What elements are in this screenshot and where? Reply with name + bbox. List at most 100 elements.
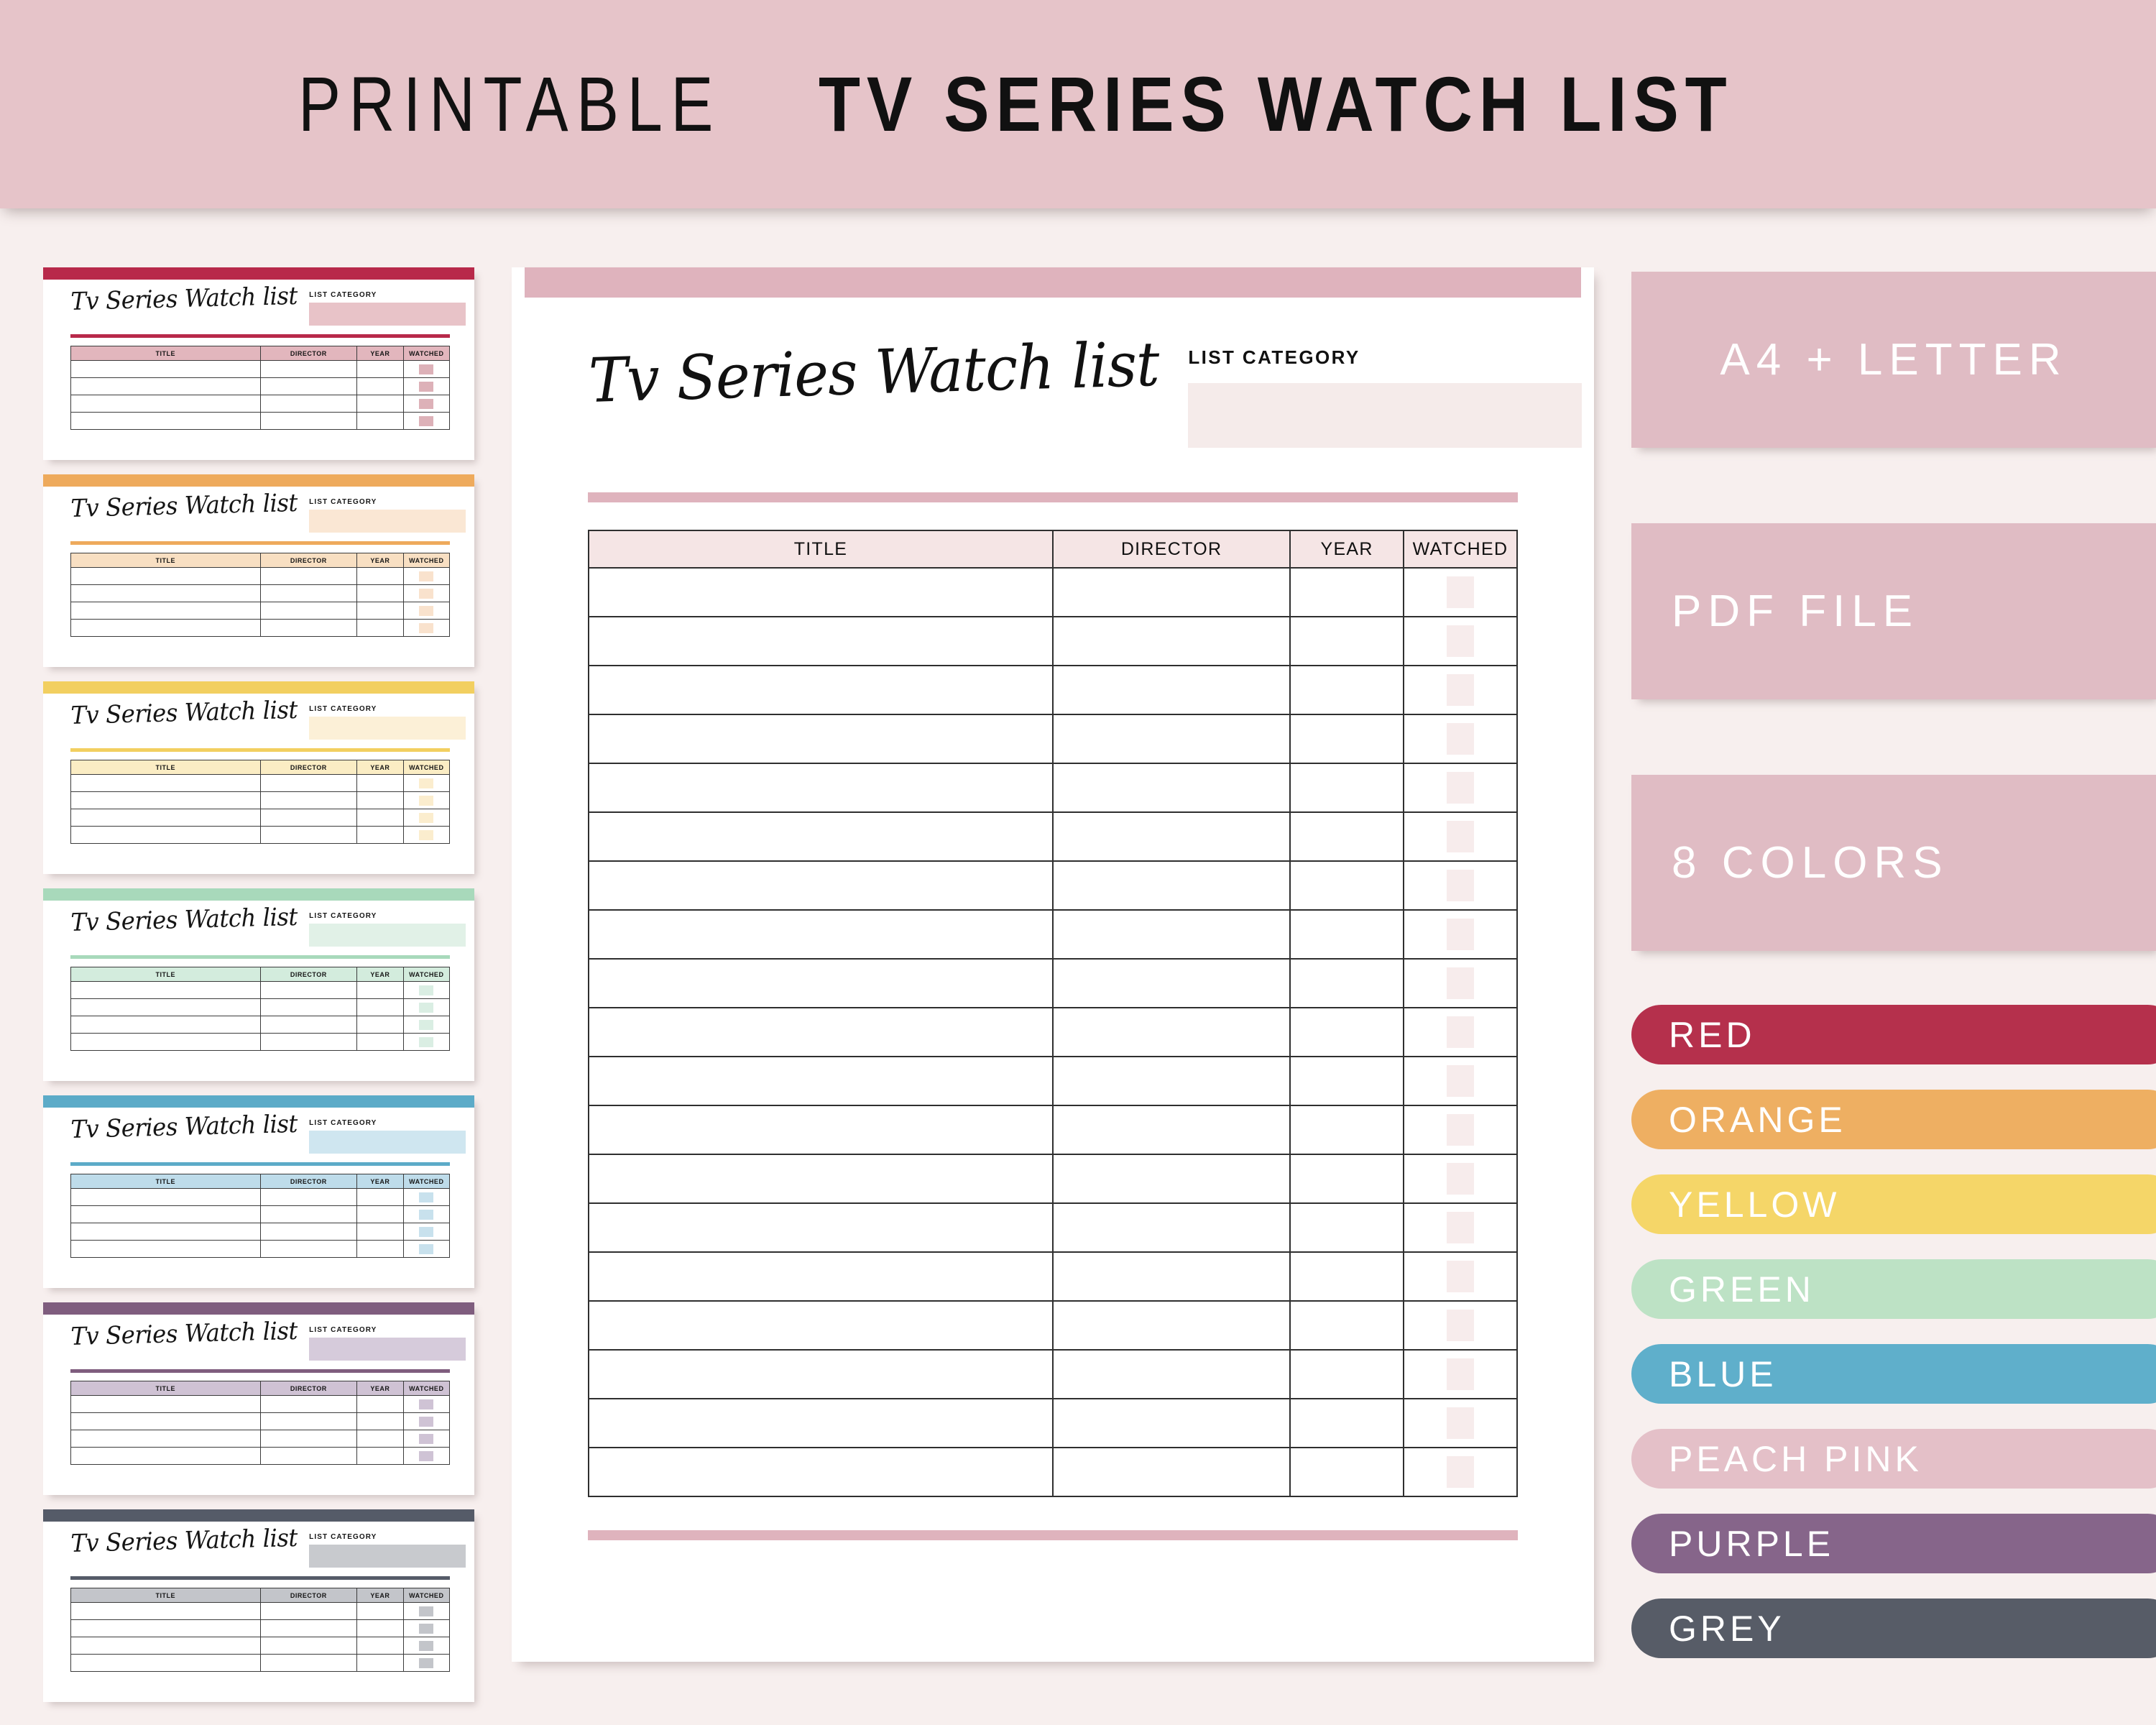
cell-year[interactable] — [1289, 1154, 1405, 1204]
cell-title[interactable] — [588, 958, 1054, 1008]
watched-checkbox[interactable] — [419, 588, 434, 599]
watched-checkbox[interactable] — [1447, 967, 1475, 999]
cell-director[interactable] — [1051, 860, 1291, 911]
watched-checkbox[interactable] — [419, 985, 434, 995]
watched-checkbox[interactable] — [1447, 674, 1475, 706]
thumbnail-preview-purple[interactable]: Tv Series Watch list LIST CATEGORY TITLE DI… — [43, 1302, 474, 1495]
watched-checkbox[interactable] — [1447, 1261, 1475, 1292]
cell-year[interactable] — [1289, 616, 1405, 666]
watched-checkbox[interactable] — [419, 1399, 434, 1409]
watched-checkbox[interactable] — [1447, 1456, 1475, 1488]
watched-checkbox[interactable] — [419, 1243, 434, 1254]
thumbnail-category-input[interactable] — [309, 303, 466, 326]
watched-checkbox[interactable] — [1447, 1016, 1475, 1048]
color-swatch-yellow[interactable]: YELLOW — [1631, 1174, 2156, 1234]
watched-checkbox[interactable] — [1447, 772, 1475, 804]
watched-checkbox[interactable] — [1447, 1114, 1475, 1146]
color-swatch-grey[interactable]: GREY — [1631, 1598, 2156, 1658]
cell-year[interactable] — [1289, 1056, 1405, 1106]
cell-year[interactable] — [1289, 1202, 1405, 1253]
thumbnail-preview-green[interactable]: Tv Series Watch list LIST CATEGORY TITLE DI… — [43, 888, 474, 1081]
cell-year[interactable] — [1289, 909, 1405, 960]
thumbnail-category-input[interactable] — [309, 1545, 466, 1568]
cell-year[interactable] — [1289, 1105, 1405, 1155]
watched-checkbox[interactable] — [1447, 1065, 1475, 1097]
color-swatch-peach-pink[interactable]: PEACH PINK — [1631, 1429, 2156, 1489]
color-swatch-green[interactable]: GREEN — [1631, 1259, 2156, 1319]
cell-title[interactable] — [588, 1398, 1054, 1448]
cell-director[interactable] — [1051, 714, 1291, 764]
watched-checkbox[interactable] — [1447, 919, 1475, 950]
watched-checkbox[interactable] — [419, 1450, 434, 1461]
cell-title[interactable] — [588, 616, 1054, 666]
cell-director[interactable] — [1051, 1154, 1291, 1204]
cell-year[interactable] — [1289, 665, 1405, 715]
watched-checkbox[interactable] — [419, 1192, 434, 1202]
thumbnail-preview-yellow[interactable]: Tv Series Watch list LIST CATEGORY TITLE DI… — [43, 681, 474, 874]
watched-checkbox[interactable] — [419, 1433, 434, 1444]
watched-checkbox[interactable] — [419, 415, 434, 426]
cell-director[interactable] — [1051, 1251, 1291, 1302]
cell-director[interactable] — [1051, 909, 1291, 960]
cell-director[interactable] — [1051, 1105, 1291, 1155]
cell-year[interactable] — [1289, 1251, 1405, 1302]
cell-title[interactable] — [588, 811, 1054, 862]
thumbnail-category-input[interactable] — [309, 510, 466, 533]
watched-checkbox[interactable] — [419, 1226, 434, 1237]
cell-director[interactable] — [1051, 763, 1291, 813]
watched-checkbox[interactable] — [419, 364, 434, 374]
watched-checkbox[interactable] — [419, 1606, 434, 1616]
cell-director[interactable] — [1051, 1300, 1291, 1351]
thumbnail-preview-red[interactable]: Tv Series Watch list LIST CATEGORY TITLE DI… — [43, 267, 474, 460]
cell-title[interactable] — [588, 1202, 1054, 1253]
watched-checkbox[interactable] — [1447, 821, 1475, 852]
cell-year[interactable] — [1289, 1398, 1405, 1448]
watched-checkbox[interactable] — [419, 778, 434, 788]
watched-checkbox[interactable] — [419, 398, 434, 409]
cell-director[interactable] — [1051, 1398, 1291, 1448]
cell-title[interactable] — [588, 1251, 1054, 1302]
watched-checkbox[interactable] — [419, 622, 434, 633]
watched-checkbox[interactable] — [1447, 1310, 1475, 1341]
watched-checkbox[interactable] — [1447, 870, 1475, 901]
cell-title[interactable] — [588, 1349, 1054, 1399]
watched-checkbox[interactable] — [419, 381, 434, 392]
watched-checkbox[interactable] — [1447, 625, 1475, 657]
cell-director[interactable] — [1051, 1007, 1291, 1057]
cell-year[interactable] — [1289, 714, 1405, 764]
cell-director[interactable] — [1051, 1349, 1291, 1399]
cell-title[interactable] — [588, 1300, 1054, 1351]
watched-checkbox[interactable] — [1447, 1358, 1475, 1390]
watched-checkbox[interactable] — [1447, 1212, 1475, 1243]
watched-checkbox[interactable] — [419, 829, 434, 840]
cell-director[interactable] — [1051, 1202, 1291, 1253]
cell-year[interactable] — [1289, 1007, 1405, 1057]
cell-title[interactable] — [588, 909, 1054, 960]
thumbnail-category-input[interactable] — [309, 717, 466, 740]
cell-title[interactable] — [588, 1007, 1054, 1057]
watched-checkbox[interactable] — [1447, 576, 1475, 608]
cell-director[interactable] — [1051, 665, 1291, 715]
cell-director[interactable] — [1051, 1447, 1291, 1497]
color-swatch-orange[interactable]: ORANGE — [1631, 1090, 2156, 1149]
cell-title[interactable] — [588, 1056, 1054, 1106]
watched-checkbox[interactable] — [1447, 723, 1475, 755]
cell-title[interactable] — [588, 1447, 1054, 1497]
thumbnail-category-input[interactable] — [309, 924, 466, 947]
cell-year[interactable] — [1289, 958, 1405, 1008]
main-printable-preview[interactable]: Tv Series Watch list LIST CATEGORY TITLE… — [512, 267, 1594, 1662]
watched-checkbox[interactable] — [419, 571, 434, 581]
cell-year[interactable] — [1289, 1300, 1405, 1351]
cell-year[interactable] — [1289, 1349, 1405, 1399]
cell-year[interactable] — [1289, 1447, 1405, 1497]
watched-checkbox[interactable] — [1447, 1407, 1475, 1439]
thumbnail-preview-blue[interactable]: Tv Series Watch list LIST CATEGORY TITLE DI… — [43, 1095, 474, 1288]
watched-checkbox[interactable] — [419, 605, 434, 616]
list-category-input[interactable] — [1188, 383, 1583, 448]
watched-checkbox[interactable] — [419, 1002, 434, 1013]
cell-title[interactable] — [588, 860, 1054, 911]
cell-director[interactable] — [1051, 958, 1291, 1008]
cell-title[interactable] — [588, 1154, 1054, 1204]
cell-title[interactable] — [588, 567, 1054, 617]
watched-checkbox[interactable] — [419, 1623, 434, 1634]
